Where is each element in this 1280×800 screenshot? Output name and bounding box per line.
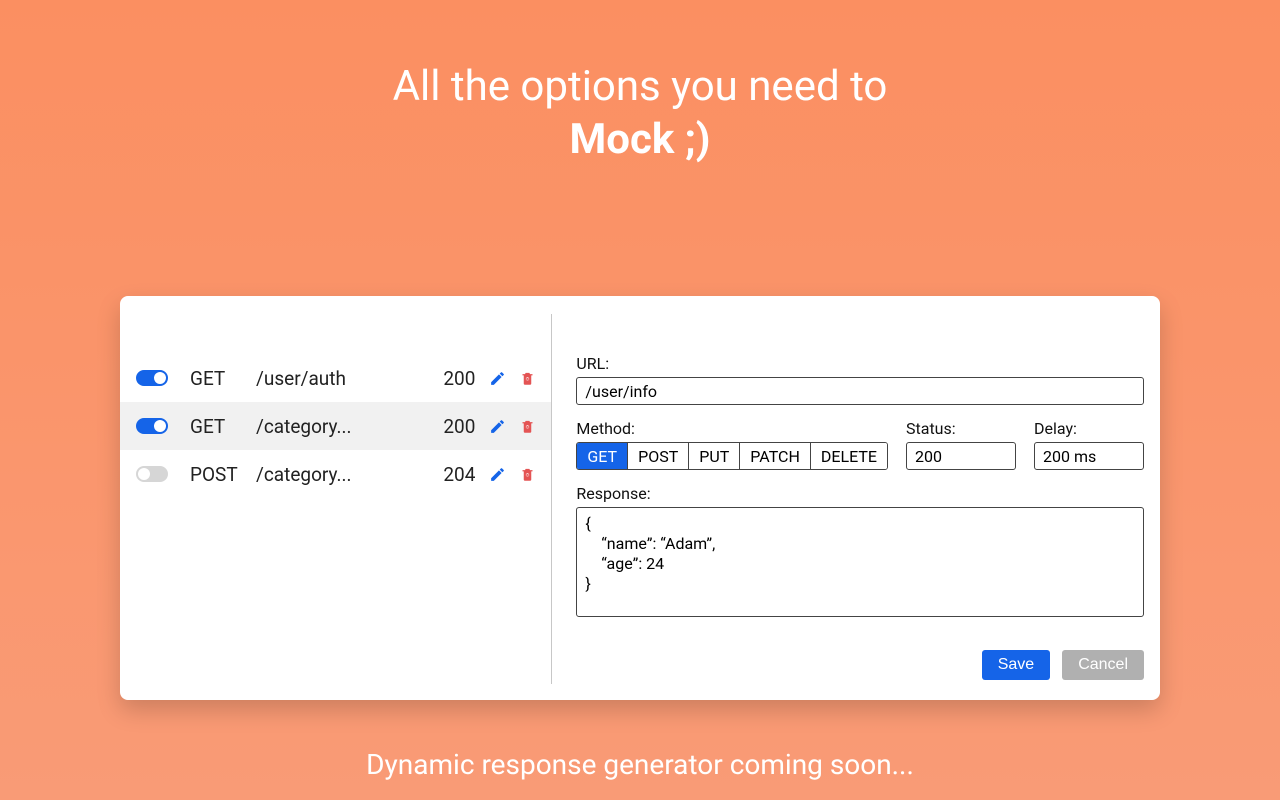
mock-status: 204 (429, 463, 475, 486)
url-input[interactable] (576, 377, 1144, 405)
mock-method: GET (190, 367, 256, 390)
delay-label: Delay: (1034, 419, 1144, 438)
edit-icon[interactable] (489, 466, 506, 483)
mock-form: URL: Method: GETPOSTPUTPATCHDELETE Statu… (552, 314, 1144, 684)
method-option-patch[interactable]: PATCH (740, 443, 811, 469)
status-label: Status: (906, 419, 1016, 438)
edit-icon[interactable] (489, 370, 506, 387)
edit-icon[interactable] (489, 418, 506, 435)
url-label: URL: (576, 354, 1144, 373)
delete-icon[interactable] (520, 370, 535, 387)
mock-method: GET (190, 415, 256, 438)
delay-input[interactable] (1034, 442, 1144, 470)
mock-path: /category... (256, 463, 429, 486)
mock-status: 200 (429, 367, 475, 390)
enable-toggle[interactable] (136, 418, 168, 434)
method-option-post[interactable]: POST (628, 443, 689, 469)
save-button[interactable]: Save (982, 650, 1050, 680)
status-input[interactable] (906, 442, 1016, 470)
enable-toggle[interactable] (136, 466, 168, 482)
response-label: Response: (576, 484, 1144, 503)
mock-path: /category... (256, 415, 429, 438)
footer-text: Dynamic response generator coming soon..… (0, 748, 1280, 781)
method-label: Method: (576, 419, 888, 438)
mock-editor-card: GET/user/auth200GET/category...200POST/c… (120, 296, 1160, 700)
mock-status: 200 (429, 415, 475, 438)
delete-icon[interactable] (520, 418, 535, 435)
cancel-button[interactable]: Cancel (1062, 650, 1144, 680)
enable-toggle[interactable] (136, 370, 168, 386)
response-input[interactable] (576, 507, 1144, 617)
hero-title-line-1: All the options you need to (0, 62, 1280, 111)
method-option-delete[interactable]: DELETE (811, 443, 887, 469)
mock-path: /user/auth (256, 367, 429, 390)
delete-icon[interactable] (520, 466, 535, 483)
method-selector: GETPOSTPUTPATCHDELETE (576, 442, 888, 470)
mock-row[interactable]: GET/user/auth200 (120, 354, 551, 402)
hero-title-line-2: Mock ;) (0, 115, 1280, 164)
mock-list: GET/user/auth200GET/category...200POST/c… (120, 314, 552, 684)
mock-method: POST (190, 463, 256, 486)
hero: All the options you need to Mock ;) (0, 0, 1280, 164)
method-option-put[interactable]: PUT (689, 443, 740, 469)
mock-row[interactable]: POST/category...204 (120, 450, 551, 498)
method-option-get[interactable]: GET (577, 443, 628, 469)
mock-row[interactable]: GET/category...200 (120, 402, 551, 450)
